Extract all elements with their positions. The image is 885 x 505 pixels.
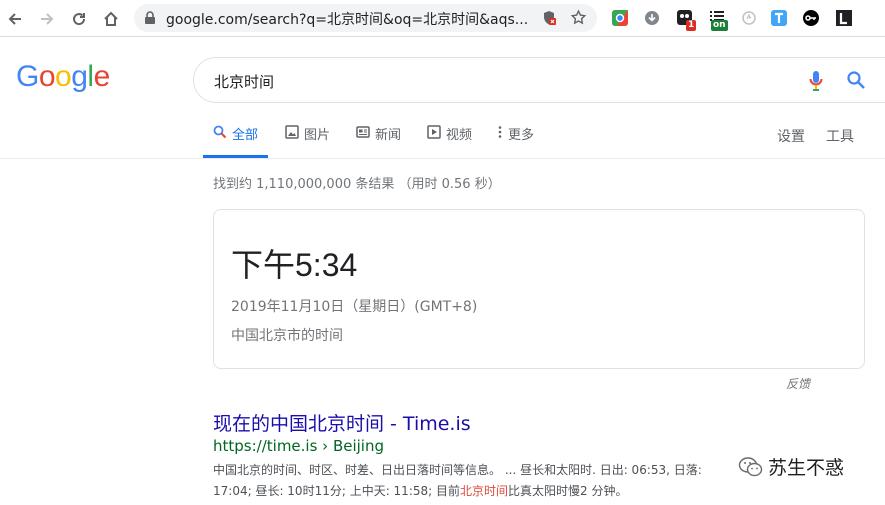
tab-label: 视频 — [446, 128, 473, 143]
browser-toolbar: google.com/search?q=北京时间&oq=北京时间&aqs... … — [0, 0, 885, 37]
image-icon — [285, 125, 299, 139]
tools-link[interactable]: 工具 — [826, 126, 854, 146]
extension-badge: 1 — [686, 20, 697, 31]
logo-letter: o — [38, 60, 56, 93]
reload-button[interactable] — [68, 8, 90, 30]
result-title-link[interactable]: 现在的中国北京时间 - Time.is — [213, 409, 471, 436]
search-icon[interactable] — [846, 70, 866, 90]
result-snippet: 中国北京的时间、时区、时差、日出日落时间等信息。 ... 昼长和太阳时. 日出:… — [213, 460, 773, 502]
forward-button[interactable] — [36, 8, 58, 30]
tab-images[interactable]: 图片 — [285, 124, 330, 158]
current-time: 下午5:34 — [231, 247, 358, 283]
tab-label: 图片 — [304, 128, 331, 143]
arrow-left-icon — [8, 13, 21, 25]
bookmark-star-icon[interactable] — [570, 9, 587, 26]
result-url[interactable]: https://time.is › Beijing — [213, 437, 384, 455]
download-circle-icon[interactable] — [643, 9, 661, 27]
black-l-icon[interactable] — [835, 9, 853, 27]
snippet-line: 中国北京的时间、时区、时差、日出日落时间等信息。 ... 昼长和太阳时. 日出:… — [213, 463, 702, 477]
logo-letter: g — [71, 60, 88, 93]
blocked-shield-icon[interactable] — [542, 10, 556, 26]
arrow-right-icon — [41, 13, 54, 25]
tab-videos[interactable]: 视频 — [427, 124, 472, 158]
back-button[interactable] — [4, 8, 26, 30]
tab-label: 全部 — [232, 128, 259, 143]
gray-circle-icon[interactable] — [740, 9, 758, 27]
reload-icon — [73, 13, 86, 26]
translate-t-icon[interactable] — [770, 9, 788, 27]
google-logo[interactable]: Google — [16, 60, 110, 94]
snippet-highlight: 北京时间 — [460, 484, 509, 498]
logo-letter: o — [55, 60, 72, 93]
tab-label: 更多 — [508, 128, 535, 143]
more-dots-icon — [498, 126, 502, 138]
watermark-text: 苏生不惑 — [768, 457, 845, 479]
tab-label: 新闻 — [375, 128, 402, 143]
key-icon[interactable] — [802, 9, 820, 27]
snippet-line: 17:04; 昼长: 10时11分; 上中天: 11:58; 目前北京时间比真太… — [213, 481, 773, 502]
video-icon — [427, 125, 441, 139]
url-text[interactable]: google.com/search?q=北京时间&oq=北京时间&aqs... — [166, 9, 528, 29]
settings-link[interactable]: 设置 — [777, 126, 805, 146]
news-icon — [356, 126, 370, 138]
extension-badge: on — [711, 20, 728, 31]
chrome-multicolor-icon[interactable] — [611, 9, 629, 27]
time-location: 中国北京市的时间 — [231, 328, 343, 344]
snippet-text: 17:04; 昼长: 10时11分; 上中天: 11:58; 目前 — [213, 484, 460, 498]
logo-letter: G — [16, 60, 39, 93]
microphone-icon[interactable] — [808, 69, 824, 93]
tab-news[interactable]: 新闻 — [356, 124, 401, 158]
home-icon — [104, 11, 118, 26]
search-box[interactable]: 北京时间 — [193, 57, 885, 103]
watermark: 苏生不惑 — [738, 453, 844, 480]
wechat-icon — [738, 456, 763, 476]
snippet-text: 比真太阳时慢2 分钟。 — [508, 484, 628, 498]
tab-all[interactable]: 全部 — [203, 124, 269, 158]
current-date: 2019年11月10日（星期日）(GMT+8) — [231, 299, 478, 315]
logo-letter: e — [93, 60, 111, 93]
feedback-link[interactable]: 反馈 — [786, 375, 810, 392]
search-input[interactable]: 北京时间 — [214, 71, 274, 92]
address-bar[interactable]: google.com/search?q=北京时间&oq=北京时间&aqs... — [134, 4, 597, 32]
lock-icon[interactable] — [144, 11, 156, 25]
result-stats: 找到约 1,110,000,000 条结果 （用时 0.56 秒） — [213, 177, 501, 192]
time-card: 下午5:34 2019年11月10日（星期日）(GMT+8) 中国北京市的时间 — [213, 209, 865, 369]
tab-more[interactable]: 更多 — [497, 124, 534, 158]
search-tabs: 全部 图片 新闻 视频 更多 设置 工具 — [0, 118, 885, 159]
home-button[interactable] — [100, 8, 122, 30]
search-icon — [213, 125, 227, 139]
